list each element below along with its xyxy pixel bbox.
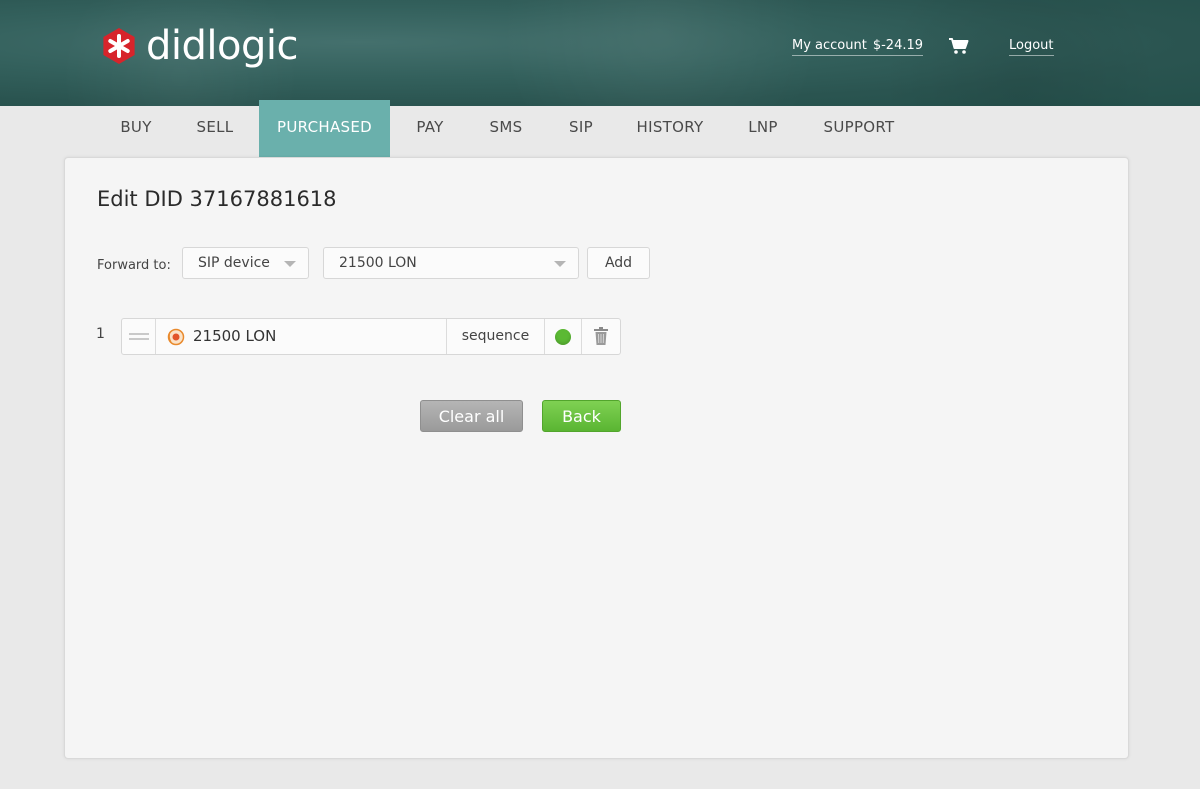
account-balance: $-24.19	[873, 38, 923, 53]
delete-rule-button[interactable]	[582, 319, 620, 354]
forward-type-value: SIP device	[198, 255, 270, 271]
forward-target-value: 21500 LON	[339, 255, 417, 271]
page-title: Edit DID 37167881618	[97, 187, 337, 211]
logout-link[interactable]: Logout	[1009, 38, 1054, 56]
nav-item-pay[interactable]: PAY	[398, 106, 462, 157]
nav-item-buy[interactable]: BUY	[100, 106, 172, 157]
main-nav: BUY SELL PURCHASED PAY SMS SIP HISTORY L…	[0, 100, 1200, 157]
nav-item-history[interactable]: HISTORY	[624, 106, 716, 157]
header: didlogic My account $-24.19 Logout	[0, 0, 1200, 106]
forward-to-label: Forward to:	[97, 258, 171, 273]
trash-icon	[594, 327, 608, 345]
forward-target-select[interactable]: 21500 LON	[323, 247, 579, 279]
clear-all-button[interactable]: Clear all	[420, 400, 523, 432]
forward-rule-row: 21500 LON sequence	[121, 318, 621, 355]
nav-item-purchased[interactable]: PURCHASED	[259, 100, 390, 157]
drag-handle-icon-line	[129, 338, 149, 340]
rule-index: 1	[96, 326, 105, 342]
cart-icon[interactable]	[948, 37, 970, 55]
nav-item-sms[interactable]: SMS	[474, 106, 538, 157]
chevron-down-icon	[554, 261, 566, 267]
drag-handle[interactable]	[122, 319, 156, 354]
chevron-down-icon	[284, 261, 296, 267]
my-account-link[interactable]: My account $-24.19	[792, 38, 923, 56]
rule-mode[interactable]: sequence	[447, 319, 545, 354]
add-button[interactable]: Add	[587, 247, 650, 279]
nav-item-sip[interactable]: SIP	[552, 106, 610, 157]
nav-item-sell[interactable]: SELL	[180, 106, 250, 157]
forward-type-select[interactable]: SIP device	[182, 247, 309, 279]
back-button[interactable]: Back	[542, 400, 621, 432]
nav-item-support[interactable]: SUPPORT	[812, 106, 906, 157]
logo[interactable]: didlogic	[100, 24, 298, 68]
status-active-icon	[555, 329, 571, 345]
drag-handle-icon	[129, 333, 149, 335]
asterisk-logo-icon	[100, 27, 138, 65]
account-label: My account	[792, 38, 867, 53]
sip-device-icon	[167, 328, 185, 346]
rule-destination-label: 21500 LON	[193, 319, 276, 354]
nav-item-lnp[interactable]: LNP	[732, 106, 794, 157]
rule-status-toggle[interactable]	[545, 319, 582, 354]
rule-destination: 21500 LON	[156, 319, 447, 354]
brand-name: didlogic	[146, 24, 298, 68]
